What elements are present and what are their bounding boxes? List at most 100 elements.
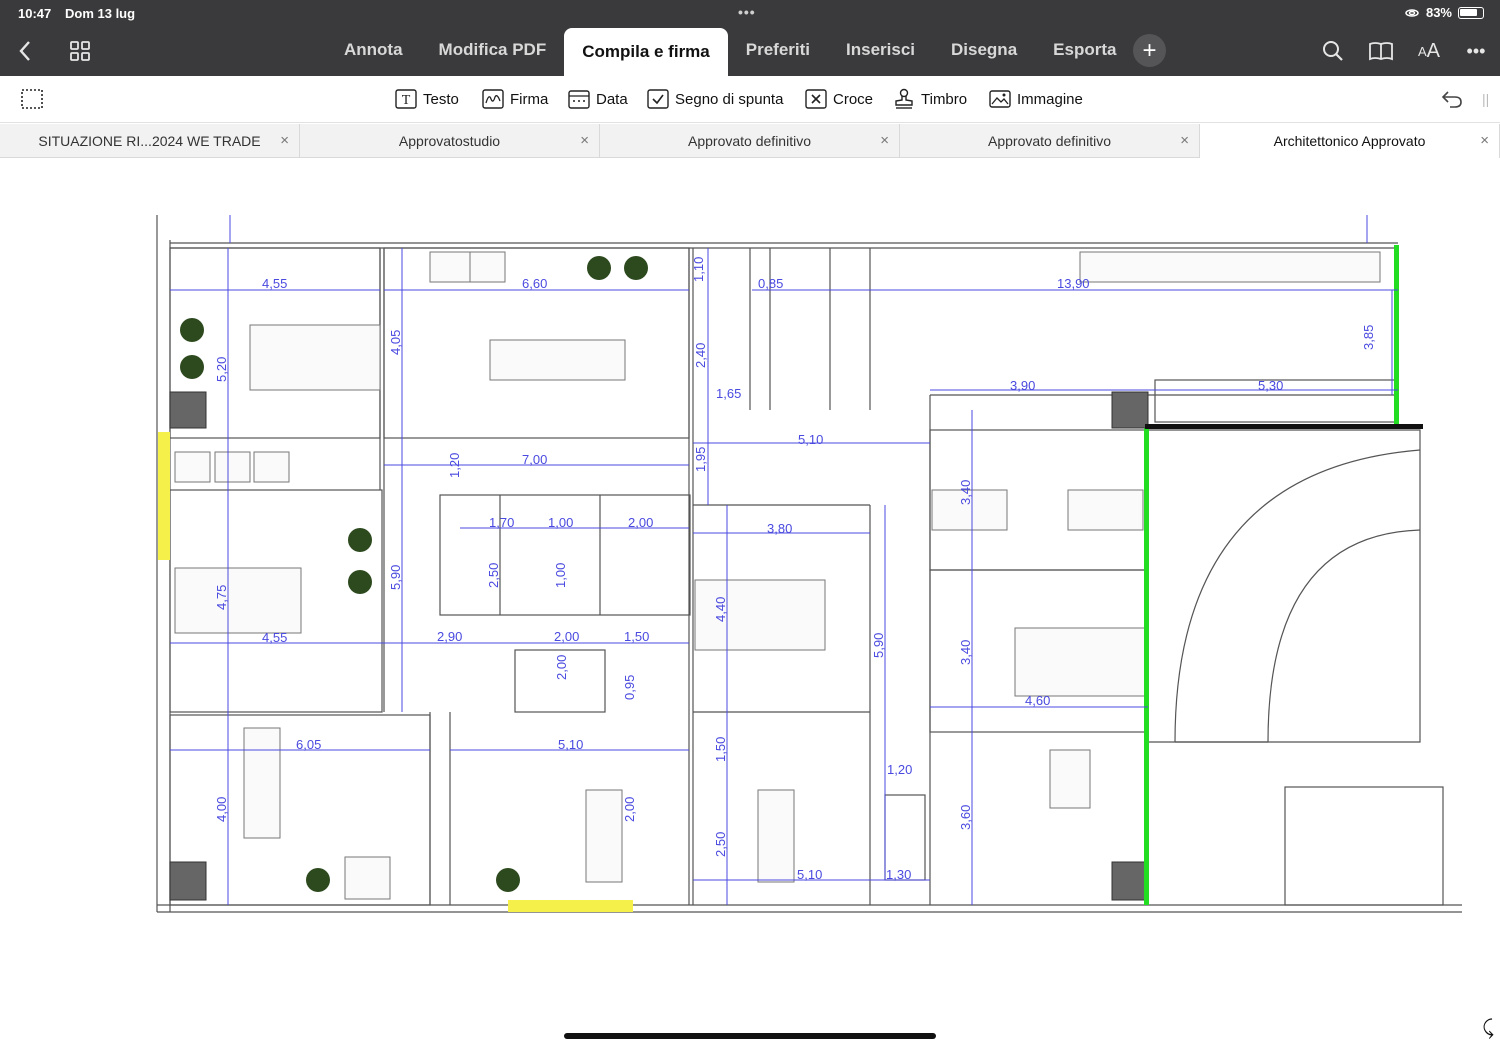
dimension-label: 1,65: [716, 386, 741, 401]
dimension-label: 4,55: [262, 276, 287, 291]
toolbar-handle[interactable]: ||: [1482, 86, 1489, 112]
dimension-label: 2,40: [693, 343, 708, 368]
dimension-label: 3,60: [958, 805, 973, 830]
dimension-label: 5,10: [558, 737, 583, 752]
dimension-label: 1,20: [887, 762, 912, 777]
tab-compila-e-firma[interactable]: Compila e firma: [564, 28, 728, 76]
multitask-dots-icon[interactable]: •••: [738, 4, 756, 20]
doc-tab[interactable]: Approvato definitivo ×: [900, 124, 1200, 158]
more-icon[interactable]: •••: [1461, 36, 1491, 66]
date-tool[interactable]: Data: [568, 86, 628, 112]
text-tool-icon: T: [395, 89, 417, 109]
dimension-label: 1,70: [489, 515, 514, 530]
status-bar: 10:47 Dom 13 lug ••• 83%: [0, 0, 1500, 26]
tab-esporta[interactable]: Esporta: [1035, 26, 1134, 74]
dimension-label: 1,95: [693, 447, 708, 472]
back-icon[interactable]: [10, 36, 40, 66]
doc-tab[interactable]: Approvato definitivo ×: [600, 124, 900, 158]
close-icon[interactable]: ×: [880, 132, 889, 149]
close-icon[interactable]: ×: [280, 132, 289, 149]
dimension-label: 5,10: [797, 867, 822, 882]
grid-icon[interactable]: [65, 36, 95, 66]
signature-tool-label: Firma: [510, 91, 548, 108]
fill-sign-toolbar: T Testo Firma Data Segno di spunta Croce…: [0, 76, 1500, 123]
stamp-tool-label: Timbro: [921, 91, 967, 108]
dimension-label: 1,50: [713, 737, 728, 762]
stamp-tool[interactable]: Timbro: [893, 86, 967, 112]
date-tool-label: Data: [596, 91, 628, 108]
dimension-label: 2,50: [713, 832, 728, 857]
image-tool-label: Immagine: [1017, 91, 1083, 108]
dimension-label: 0,85: [758, 276, 783, 291]
close-icon[interactable]: ×: [1180, 132, 1189, 149]
document-tabs: SITUAZIONE RI...2024 WE TRADE × Approvato…: [0, 124, 1500, 158]
dimension-label: 4,00: [214, 797, 229, 822]
dimension-label: 3,40: [958, 640, 973, 665]
dimension-label: 4,60: [1025, 693, 1050, 708]
doc-tab[interactable]: Approvatostudio ×: [300, 124, 600, 158]
dimension-label: 3,90: [1010, 378, 1035, 393]
image-tool[interactable]: Immagine: [989, 86, 1083, 112]
dimension-label: 3,40: [958, 480, 973, 505]
plus-icon[interactable]: +: [1133, 34, 1166, 67]
text-size-icon[interactable]: AA: [1413, 36, 1445, 66]
dimension-label: 1,20: [447, 453, 462, 478]
doc-tab-title: Approvato definitivo: [988, 133, 1111, 149]
document-canvas[interactable]: 4,556,601,100,8513,905,204,052,401,653,8…: [0, 158, 1500, 1048]
dimension-label: 5,10: [798, 432, 823, 447]
dimension-label: 1,10: [691, 257, 706, 282]
cross-tool-label: Croce: [833, 91, 873, 108]
signature-tool[interactable]: Firma: [482, 86, 548, 112]
dimension-label: 2,00: [554, 655, 569, 680]
doc-tab[interactable]: SITUAZIONE RI...2024 WE TRADE ×: [0, 124, 300, 158]
doc-tab-active[interactable]: Architettonico Approvato×: [1200, 124, 1500, 158]
doc-tab-title: Approvato definitivo: [688, 133, 811, 149]
status-date: Dom 13 lug: [65, 6, 135, 21]
text-tool-label: Testo: [423, 91, 459, 108]
floor-plan[interactable]: 4,556,601,100,8513,905,204,052,401,653,8…: [0, 158, 1500, 1048]
dimension-label: 4,40: [713, 597, 728, 622]
dimension-label: 1,50: [624, 629, 649, 644]
cross-tool[interactable]: Croce: [805, 86, 873, 112]
doc-tab-title: SITUAZIONE RI...2024 WE TRADE: [38, 133, 260, 149]
battery-percent: 83%: [1426, 5, 1452, 20]
dimension-label: 5,90: [871, 633, 886, 658]
dimension-label: 2,90: [437, 629, 462, 644]
dimension-label: 4,05: [388, 330, 403, 355]
battery-icon: [1458, 7, 1484, 19]
dimension-label: 1,00: [553, 563, 568, 588]
text-tool[interactable]: T Testo: [395, 86, 459, 112]
checkmark-tool[interactable]: Segno di spunta: [647, 86, 783, 112]
tab-preferiti[interactable]: Preferiti: [728, 26, 828, 74]
tab-modifica-pdf[interactable]: Modifica PDF: [421, 26, 565, 74]
pencil-hook-icon[interactable]: ⤹: [1482, 1017, 1494, 1040]
calendar-icon: [568, 89, 590, 109]
book-icon[interactable]: [1366, 36, 1396, 66]
home-indicator[interactable]: [564, 1033, 936, 1039]
doc-tab-title: Approvatostudio: [399, 133, 500, 149]
signature-tool-icon: [482, 89, 504, 109]
dimension-label: 5,90: [388, 565, 403, 590]
dimension-label: 2,50: [486, 563, 501, 588]
search-icon[interactable]: [1318, 36, 1348, 66]
cross-icon: [805, 89, 827, 109]
close-icon[interactable]: ×: [1480, 132, 1489, 149]
image-icon: [989, 89, 1011, 109]
dimension-label: 4,75: [214, 585, 229, 610]
dimension-label: 2,00: [622, 797, 637, 822]
hotspot-icon: [1404, 7, 1420, 19]
dimension-label: 13,90: [1057, 276, 1090, 291]
tab-inserisci[interactable]: Inserisci: [828, 26, 933, 74]
top-toolbar: Annota Modifica PDF Compila e firma Pref…: [0, 26, 1500, 76]
dimension-label: 6,05: [296, 737, 321, 752]
checkmark-icon: [647, 89, 669, 109]
tab-annota[interactable]: Annota: [326, 26, 421, 74]
tab-disegna[interactable]: Disegna: [933, 26, 1035, 74]
selection-icon[interactable]: [20, 86, 44, 112]
close-icon[interactable]: ×: [580, 132, 589, 149]
dimension-label: 7,00: [522, 452, 547, 467]
stamp-icon: [893, 89, 915, 109]
dimension-label: 5,30: [1258, 378, 1283, 393]
dimension-label: 4,55: [262, 630, 287, 645]
undo-icon[interactable]: [1440, 86, 1464, 112]
